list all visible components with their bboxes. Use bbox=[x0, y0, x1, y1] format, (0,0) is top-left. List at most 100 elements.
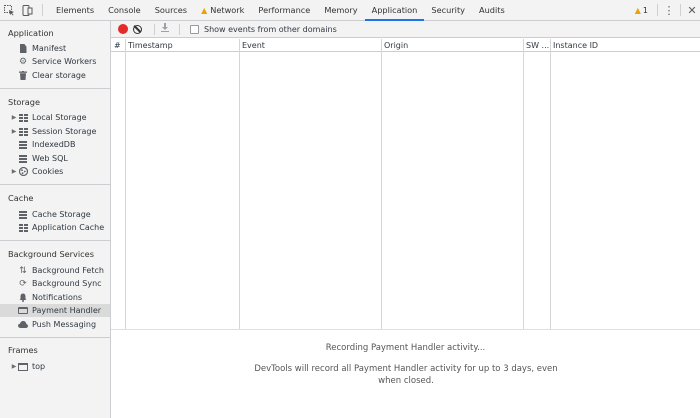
events-table-header: # Timestamp Event Origin SW ... Instance… bbox=[111, 39, 700, 52]
sidebar-item-label: Background Sync bbox=[32, 279, 102, 288]
toolbar-separator bbox=[154, 23, 155, 35]
expand-arrow-icon[interactable]: ▶ bbox=[10, 363, 18, 370]
sidebar-item-frame-top[interactable]: ▶ top bbox=[0, 360, 110, 373]
sidebar-item-push-messaging[interactable]: Push Messaging bbox=[0, 318, 110, 331]
sidebar-item-session-storage[interactable]: ▶ Session Storage bbox=[0, 125, 110, 138]
section-title: Background Services bbox=[8, 249, 94, 259]
tab-network[interactable]: ▲ Network bbox=[194, 0, 251, 20]
bell-icon bbox=[18, 293, 28, 303]
tab-memory[interactable]: Memory bbox=[317, 0, 364, 20]
more-options-icon[interactable]: ⋮ bbox=[661, 4, 677, 17]
show-other-domains-checkbox[interactable] bbox=[190, 24, 199, 34]
sidebar-item-payment-handler[interactable]: Payment Handler bbox=[0, 304, 110, 317]
section-divider bbox=[0, 240, 110, 241]
column-header-instance-id[interactable]: Instance ID bbox=[550, 39, 700, 52]
sidebar-item-label: Service Workers bbox=[32, 57, 97, 66]
database-icon bbox=[18, 140, 28, 150]
clear-icon[interactable] bbox=[133, 24, 142, 34]
sidebar-item-label: top bbox=[32, 362, 46, 371]
section-title: Cache bbox=[8, 193, 34, 203]
sidebar-item-label: Cache Storage bbox=[32, 210, 91, 219]
section-application: Application bbox=[0, 27, 111, 40]
sidebar-item-label: Local Storage bbox=[32, 113, 87, 122]
sidebar-item-indexeddb[interactable]: IndexedDB bbox=[0, 138, 110, 151]
sidebar-item-background-sync[interactable]: ⟳ Background Sync bbox=[0, 277, 110, 290]
sidebar-item-cache-storage[interactable]: Cache Storage bbox=[0, 208, 110, 221]
warnings-counter[interactable]: ▲ 1 bbox=[629, 6, 654, 15]
column-divider[interactable] bbox=[239, 39, 240, 330]
expand-arrow-icon[interactable]: ▶ bbox=[10, 128, 18, 135]
sidebar-item-label: Manifest bbox=[32, 44, 67, 53]
tab-label: Application bbox=[371, 5, 418, 15]
tab-elements[interactable]: Elements bbox=[49, 0, 101, 20]
warning-count: 1 bbox=[642, 5, 648, 15]
warning-icon: ▲ bbox=[634, 5, 641, 15]
column-divider[interactable] bbox=[125, 39, 126, 330]
empty-state-description: DevTools will record all Payment Handler… bbox=[254, 364, 558, 386]
devtools-tabbar: Elements Console Sources ▲ Network Perfor… bbox=[0, 0, 700, 21]
table-bottom-border bbox=[111, 329, 700, 330]
toolbar-separator bbox=[179, 23, 180, 35]
sidebar-item-cookies[interactable]: ▶ Cookies bbox=[0, 165, 110, 178]
tab-label: Security bbox=[431, 5, 465, 15]
tab-label: Console bbox=[108, 5, 141, 15]
grid-icon bbox=[18, 113, 28, 123]
sidebar-item-manifest[interactable]: Manifest bbox=[0, 42, 110, 55]
payment-handler-panel: Show events from other domains # Timesta… bbox=[111, 21, 700, 418]
panel-toolbar: Show events from other domains bbox=[111, 21, 700, 38]
tabbar-separator bbox=[680, 4, 681, 16]
download-icon[interactable] bbox=[161, 23, 169, 35]
expand-arrow-icon[interactable]: ▶ bbox=[10, 168, 18, 175]
tab-sources[interactable]: Sources bbox=[148, 0, 194, 20]
sidebar-item-application-cache[interactable]: Application Cache bbox=[0, 221, 110, 234]
inspect-element-icon[interactable] bbox=[0, 0, 18, 21]
tab-label: Sources bbox=[154, 5, 188, 15]
column-divider[interactable] bbox=[381, 39, 382, 330]
section-title: Storage bbox=[8, 97, 41, 107]
grid-icon bbox=[18, 127, 28, 137]
gear-icon: ⚙ bbox=[18, 56, 28, 67]
sidebar-item-label: IndexedDB bbox=[32, 140, 76, 149]
column-header-event[interactable]: Event bbox=[239, 39, 381, 52]
tab-label: Audits bbox=[479, 5, 505, 15]
sidebar-item-notifications[interactable]: Notifications bbox=[0, 291, 110, 304]
device-toolbar-icon[interactable] bbox=[18, 0, 36, 21]
sidebar-item-web-sql[interactable]: Web SQL bbox=[0, 152, 110, 165]
expand-arrow-icon[interactable]: ▶ bbox=[10, 114, 18, 121]
column-header-index[interactable]: # bbox=[111, 39, 125, 52]
column-divider[interactable] bbox=[523, 39, 524, 330]
tab-audits[interactable]: Audits bbox=[472, 0, 512, 20]
sidebar-item-clear-storage[interactable]: Clear storage bbox=[0, 69, 110, 82]
section-divider bbox=[0, 184, 110, 185]
trash-icon bbox=[18, 71, 28, 81]
close-icon[interactable]: ✕ bbox=[684, 4, 700, 17]
column-header-sw-scope[interactable]: SW ... bbox=[523, 39, 550, 52]
record-button[interactable] bbox=[118, 24, 128, 34]
tabbar-separator bbox=[657, 4, 658, 16]
tab-security[interactable]: Security bbox=[424, 0, 472, 20]
sidebar-item-label: Clear storage bbox=[32, 71, 86, 80]
tab-performance[interactable]: Performance bbox=[251, 0, 317, 20]
tab-application[interactable]: Application bbox=[364, 0, 425, 21]
sidebar-item-service-workers[interactable]: ⚙ Service Workers bbox=[0, 55, 110, 68]
grid-icon bbox=[18, 223, 28, 233]
cloud-icon bbox=[18, 320, 28, 330]
application-sidebar: Application Manifest ⚙ Service Workers C… bbox=[0, 21, 111, 418]
sidebar-item-local-storage[interactable]: ▶ Local Storage bbox=[0, 111, 110, 124]
tab-console[interactable]: Console bbox=[101, 0, 148, 20]
column-header-origin[interactable]: Origin bbox=[381, 39, 523, 52]
document-icon bbox=[18, 44, 28, 54]
checkbox-label: Show events from other domains bbox=[204, 24, 337, 34]
database-icon bbox=[18, 210, 28, 220]
section-frames: Frames bbox=[0, 344, 111, 357]
sidebar-item-background-fetch[interactable]: ⇅ Background Fetch bbox=[0, 264, 110, 277]
tab-label: Elements bbox=[56, 5, 95, 15]
up-down-arrows-icon: ⇅ bbox=[19, 265, 27, 276]
empty-state-title: Recording Payment Handler activity... bbox=[325, 343, 486, 353]
section-cache: Cache bbox=[0, 192, 111, 205]
section-divider bbox=[0, 88, 110, 89]
tabbar-right-controls: ▲ 1 ⋮ ✕ bbox=[629, 0, 700, 20]
column-divider[interactable] bbox=[550, 39, 551, 330]
sidebar-item-label: Payment Handler bbox=[32, 306, 102, 315]
column-header-timestamp[interactable]: Timestamp bbox=[125, 39, 239, 52]
